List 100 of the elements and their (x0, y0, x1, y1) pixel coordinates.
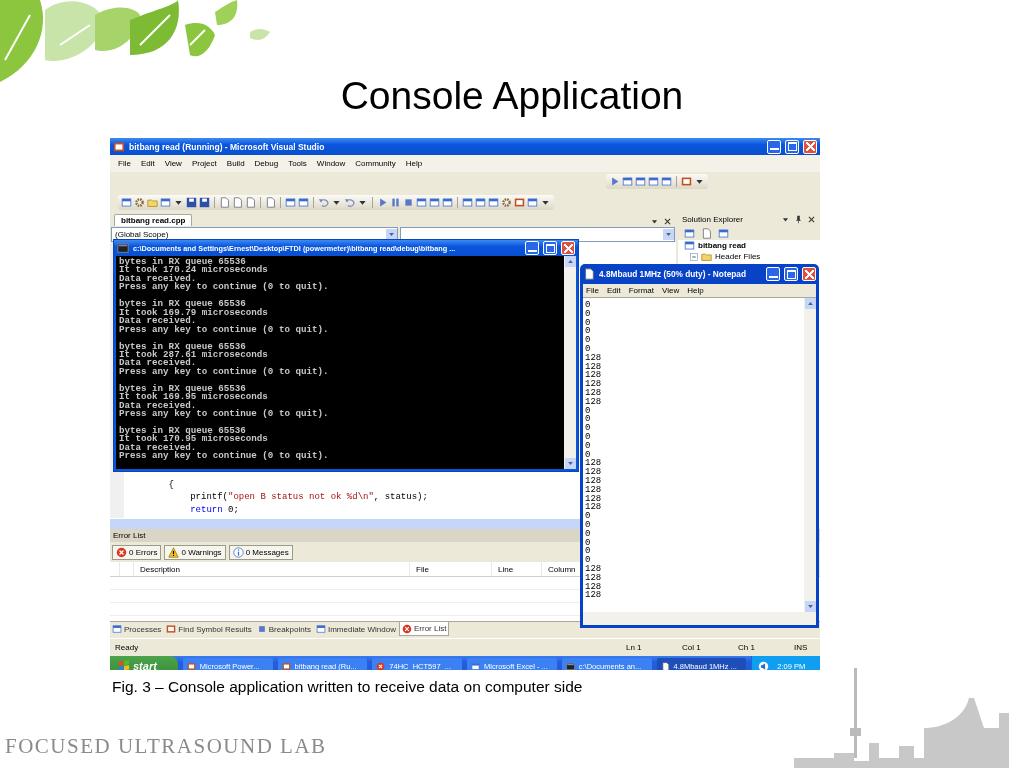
menu-item[interactable]: File (586, 286, 599, 295)
text-line: 0 (585, 529, 592, 539)
app-icon[interactable] (681, 176, 692, 187)
scrollbar[interactable] (583, 612, 816, 625)
text-line: 0 (585, 336, 592, 345)
window-icon[interactable] (462, 197, 473, 208)
maximize-button[interactable] (784, 267, 798, 281)
minimize-button[interactable] (525, 241, 539, 255)
menu-item[interactable]: Format (628, 286, 655, 295)
filter-button[interactable]: 0 Warnings (164, 544, 226, 560)
menu-item[interactable]: Edit (606, 286, 621, 295)
text-line: 128 (585, 397, 603, 407)
window-icon[interactable] (121, 197, 132, 208)
menu-item[interactable]: View (662, 286, 680, 295)
window-icon[interactable] (429, 197, 440, 208)
start-button[interactable]: start (110, 656, 178, 670)
play-icon[interactable] (377, 197, 388, 208)
menu-item[interactable]: Window (316, 159, 346, 168)
status-text: INS (794, 643, 809, 652)
menu-item[interactable]: Tools (288, 159, 307, 168)
window-icon[interactable] (527, 197, 538, 208)
tree-item[interactable]: bitbang read (698, 241, 746, 250)
menu-item[interactable]: Build (226, 159, 245, 168)
menu-item[interactable]: Help (687, 286, 704, 295)
window-icon[interactable] (285, 197, 296, 208)
minimize-button[interactable] (767, 139, 781, 154)
close-button[interactable] (802, 267, 816, 281)
menu-item[interactable]: File (118, 159, 131, 168)
window-icon[interactable] (718, 227, 729, 239)
app-icon[interactable] (514, 197, 525, 208)
text-line: 128 (585, 485, 603, 495)
collapse-toggle[interactable] (690, 252, 698, 261)
floppy-icon[interactable] (199, 197, 210, 208)
text-line: 128 (585, 353, 603, 363)
window-icon[interactable] (648, 176, 659, 187)
pin-icon (794, 214, 803, 224)
text-line: 0 (585, 406, 592, 416)
scrollbar[interactable] (804, 298, 816, 612)
page-icon[interactable] (219, 197, 230, 208)
console-line: Press any key to continue (0 to quit). (119, 452, 330, 461)
text-line: 128 (585, 582, 603, 592)
maximize-button[interactable] (543, 241, 557, 255)
column-header[interactable]: Description (134, 562, 410, 576)
text-line: 0 (585, 327, 592, 337)
column-header[interactable]: File (410, 562, 492, 576)
window-icon[interactable] (298, 197, 309, 208)
window-icon[interactable] (488, 197, 499, 208)
menu-item[interactable]: Community (355, 159, 396, 168)
window-icon[interactable] (475, 197, 486, 208)
panel-tab[interactable]: Find Symbol Results (164, 622, 254, 636)
maximize-button[interactable] (785, 139, 799, 154)
menu-item[interactable]: Project (191, 159, 217, 168)
window-icon[interactable] (416, 197, 427, 208)
stop-icon[interactable] (403, 197, 414, 208)
menu-item[interactable]: Edit (140, 159, 155, 168)
text-line: 128 (585, 564, 603, 574)
code-line: { (167, 478, 174, 491)
window-icon[interactable] (442, 197, 453, 208)
window-icon[interactable] (684, 227, 695, 239)
gear-icon[interactable] (134, 197, 145, 208)
text-line: 0 (585, 520, 592, 530)
panel-tab[interactable]: Immediate Window (313, 622, 398, 636)
menu-item[interactable]: Help (405, 159, 423, 168)
pause-icon[interactable] (390, 197, 401, 208)
status-text: Ready (114, 643, 140, 652)
page-icon[interactable] (245, 197, 256, 208)
status-text: Ch 1 (738, 643, 756, 652)
console-line: Data received. (119, 359, 197, 368)
minimize-button[interactable] (766, 267, 780, 281)
window-icon[interactable] (635, 176, 646, 187)
text-line: 0 (585, 556, 591, 565)
document-tab[interactable]: bitbang read.cpp (114, 214, 193, 226)
window-icon (471, 661, 481, 670)
panel-tab[interactable]: Processes (110, 622, 164, 636)
error-icon (402, 623, 412, 634)
tree-item[interactable]: Header Files (715, 252, 761, 261)
close-button[interactable] (561, 241, 575, 255)
column-header[interactable]: Line (492, 562, 542, 576)
page-icon[interactable] (232, 197, 243, 208)
close-button[interactable] (803, 139, 817, 154)
member-dropdown[interactable] (400, 226, 675, 242)
window-icon[interactable] (622, 176, 633, 187)
menu-item[interactable]: Debug (254, 159, 279, 168)
window-title: 4.8Mbaud 1MHz (50% duty) - Notepad (599, 269, 747, 279)
menu-item[interactable]: View (164, 159, 182, 168)
gear-icon[interactable] (501, 197, 512, 208)
panel-tab[interactable]: Error List (399, 622, 450, 636)
scrollbar[interactable] (564, 256, 576, 469)
text-line: 0 (585, 547, 592, 557)
window-icon[interactable] (661, 176, 672, 187)
filter-button[interactable]: 0 Errors (112, 544, 162, 560)
floppy-icon[interactable] (186, 197, 197, 208)
folder-icon (701, 251, 712, 262)
page-icon[interactable] (265, 197, 276, 208)
play-icon[interactable] (609, 176, 620, 187)
page-icon[interactable] (701, 227, 712, 239)
panel-title: Solution Explorer (682, 214, 743, 224)
panel-tab[interactable]: Breakpoints (254, 622, 313, 636)
filter-button[interactable]: 0 Messages (228, 544, 293, 560)
window-icon[interactable] (160, 197, 171, 208)
